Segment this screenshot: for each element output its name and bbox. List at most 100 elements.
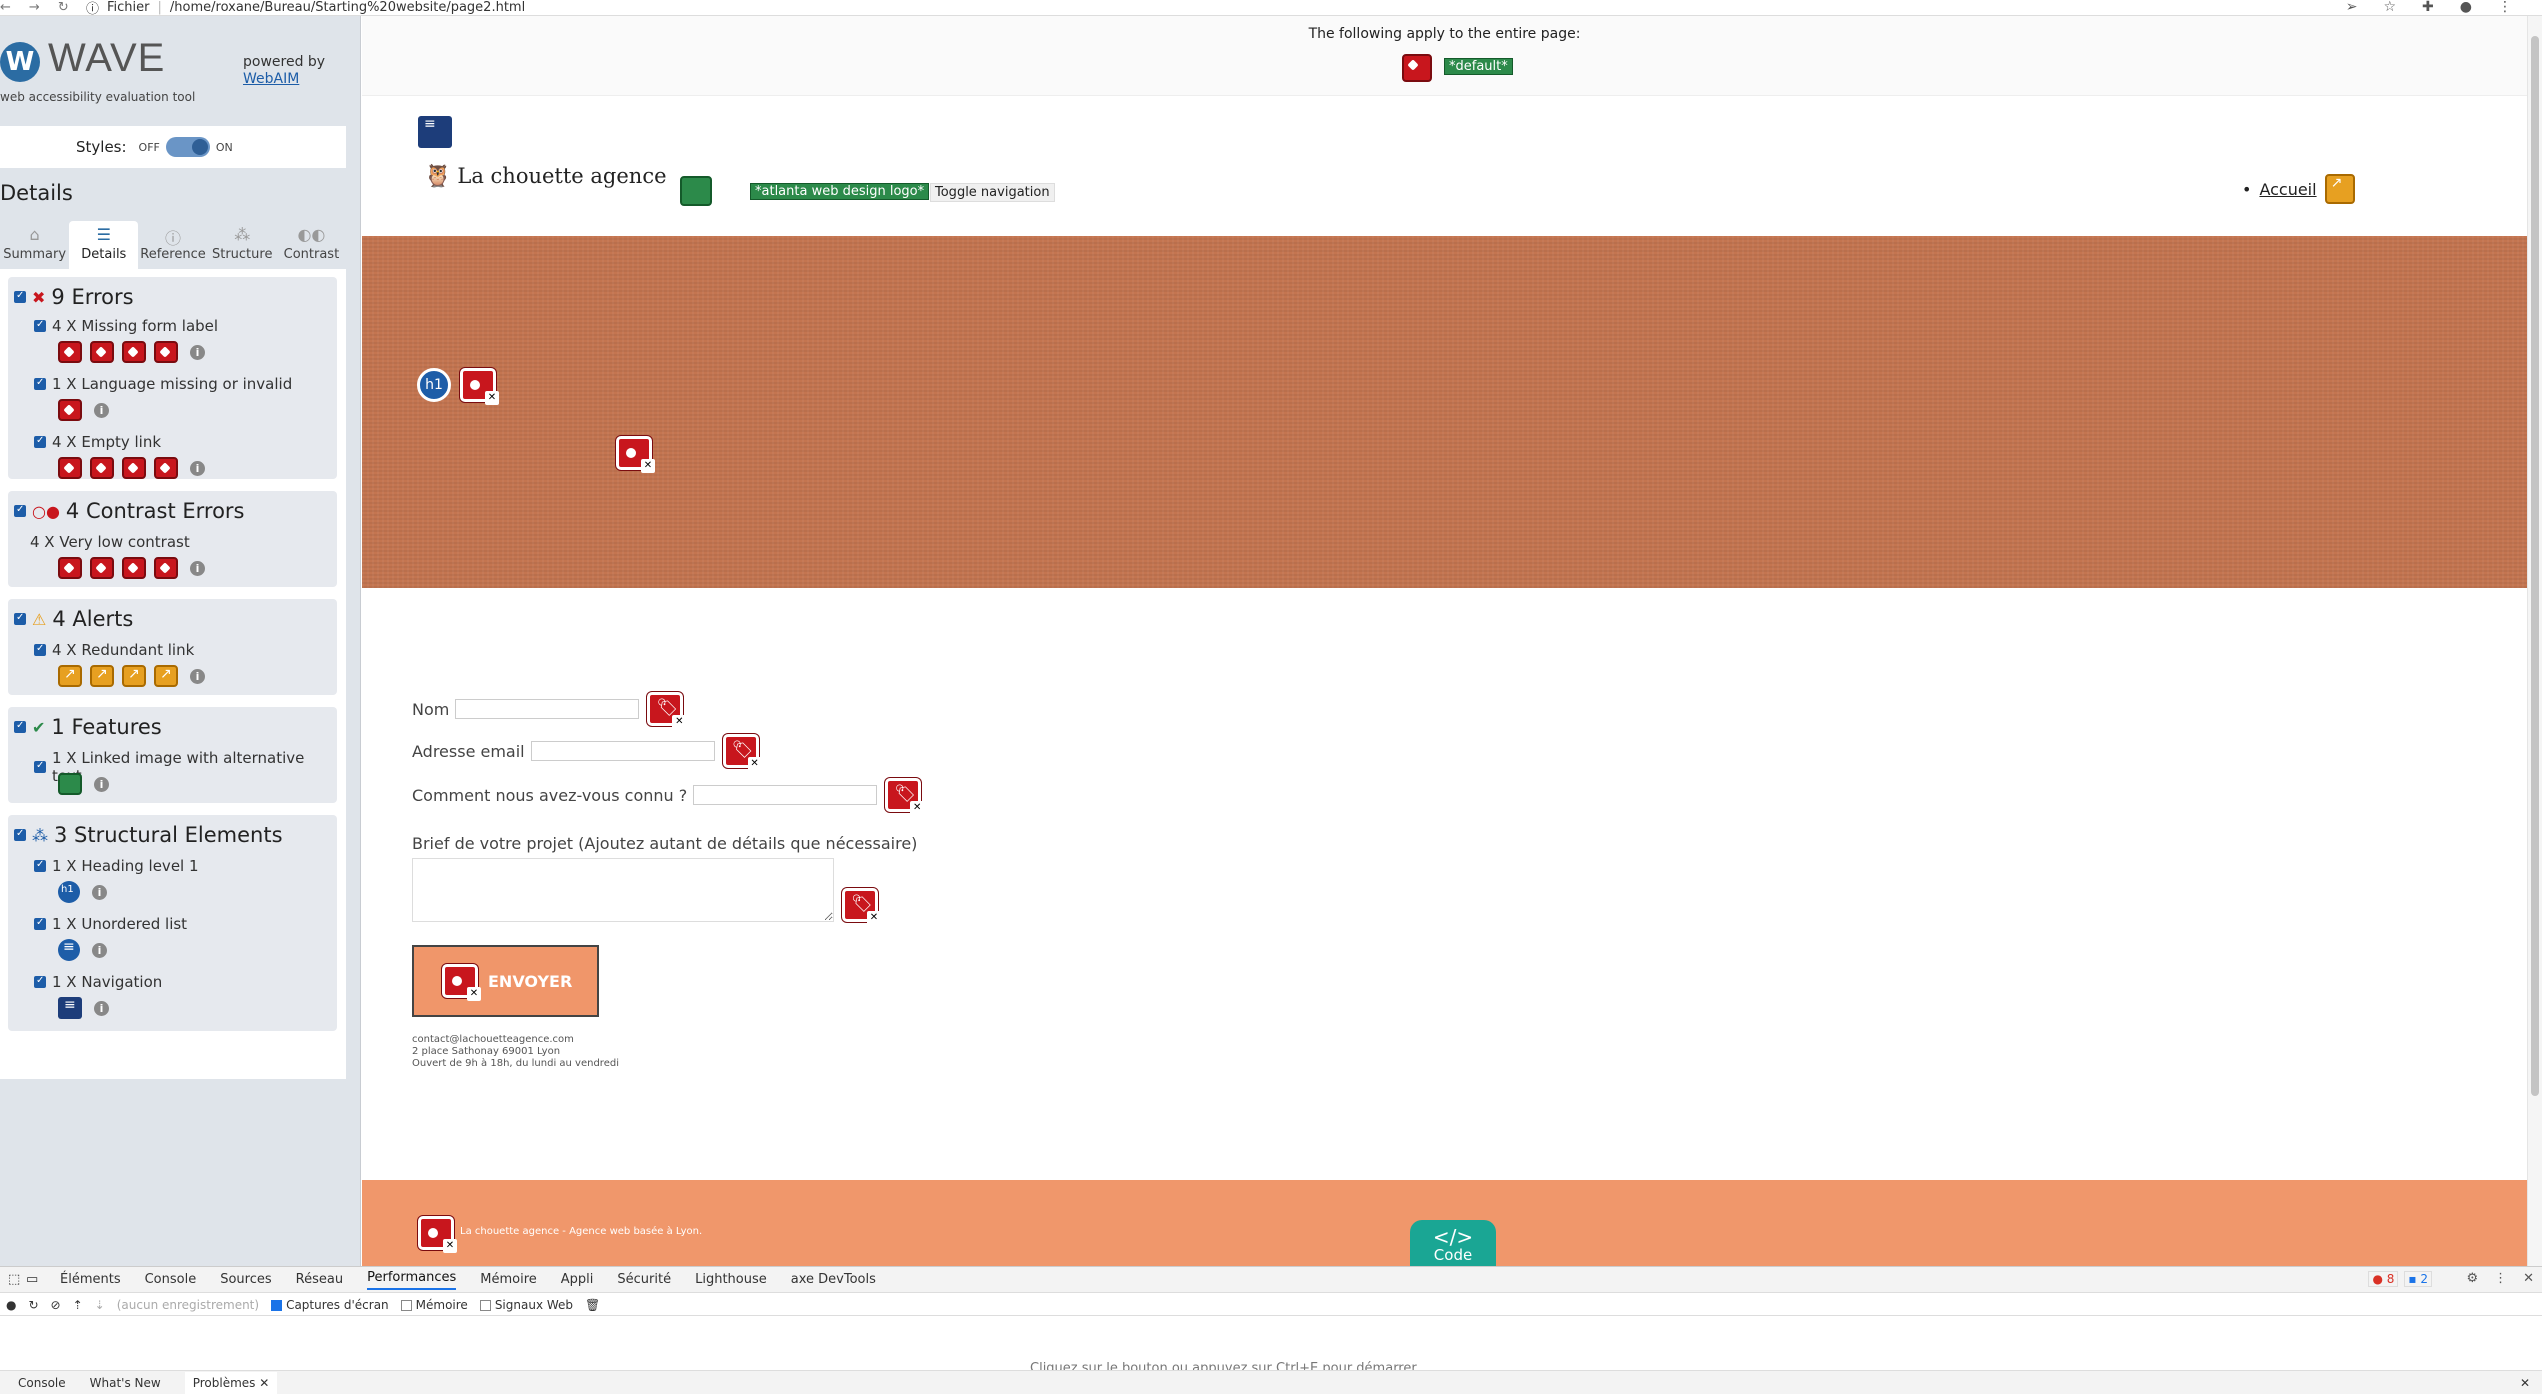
- drawer-tab-console[interactable]: Console: [18, 1376, 66, 1390]
- list-item[interactable]: 1 X Language missing or invalid: [34, 375, 292, 393]
- tab-memory[interactable]: Mémoire: [480, 1272, 537, 1287]
- heading-icon[interactable]: h1: [417, 368, 451, 402]
- kebab-icon[interactable]: ⋮: [2494, 1271, 2507, 1286]
- item-checkbox[interactable]: [34, 319, 46, 332]
- upload-icon[interactable]: ⇡: [73, 1298, 83, 1312]
- navigation-icon[interactable]: [418, 116, 452, 148]
- missing-label-icon[interactable]: [722, 734, 762, 771]
- list-item[interactable]: 4 X Very low contrast: [30, 533, 190, 551]
- info-icon[interactable]: i: [190, 460, 205, 476]
- empty-link-icon[interactable]: [154, 457, 178, 479]
- missing-label-icon[interactable]: [58, 341, 82, 363]
- linked-image-icon[interactable]: [680, 176, 712, 206]
- close-icon[interactable]: ✕: [2523, 1271, 2534, 1286]
- features-title[interactable]: ✔ 1 Features: [14, 715, 162, 739]
- language-error-icon[interactable]: [1402, 54, 1432, 82]
- missing-label-icon[interactable]: [90, 341, 114, 363]
- contrast-error-icon[interactable]: [442, 964, 481, 1001]
- code-button[interactable]: </> Code: [1410, 1220, 1496, 1266]
- send-icon[interactable]: ➢: [2346, 0, 2358, 15]
- url-field[interactable]: /home/roxane/Bureau/Starting%20website/p…: [170, 0, 525, 15]
- screenshots-option[interactable]: Captures d'écran: [271, 1298, 389, 1312]
- contrast-title[interactable]: ○● 4 Contrast Errors: [14, 499, 245, 523]
- item-checkbox[interactable]: [34, 917, 46, 930]
- item-checkbox[interactable]: [34, 975, 46, 988]
- info-icon[interactable]: ⓘ: [86, 0, 99, 17]
- tab-security[interactable]: Sécurité: [617, 1272, 671, 1287]
- errors-badge[interactable]: ● 8: [2368, 1271, 2399, 1287]
- brief-textarea[interactable]: [412, 858, 834, 922]
- missing-label-icon[interactable]: [647, 692, 687, 729]
- web-vitals-option[interactable]: Signaux Web: [479, 1298, 573, 1312]
- info-icon[interactable]: i: [190, 560, 205, 576]
- tab-performance[interactable]: Performances: [367, 1270, 457, 1290]
- list-item[interactable]: 1 X Heading level 1: [34, 857, 199, 875]
- navigation-icon[interactable]: [58, 997, 82, 1019]
- info-icon[interactable]: i: [94, 776, 109, 792]
- brand-logo[interactable]: 🦉 La chouette agence: [424, 164, 667, 189]
- linked-image-icon[interactable]: [58, 773, 82, 795]
- info-icon[interactable]: i: [92, 884, 107, 900]
- webaim-link[interactable]: WebAIM: [243, 71, 299, 87]
- tab-structure[interactable]: ⁂ Structure: [208, 221, 277, 269]
- nom-input[interactable]: [455, 699, 640, 719]
- download-icon[interactable]: ⇣: [95, 1298, 105, 1312]
- info-icon[interactable]: i: [94, 402, 109, 418]
- web-vitals-checkbox[interactable]: [479, 1299, 491, 1311]
- list-item[interactable]: 4 X Missing form label: [34, 317, 218, 335]
- drawer-tab-whats-new[interactable]: What's New: [90, 1376, 161, 1390]
- styles-toggle[interactable]: [165, 137, 210, 157]
- accueil-link[interactable]: Accueil: [2259, 180, 2316, 199]
- reload-record-icon[interactable]: ↻: [28, 1298, 38, 1312]
- forward-icon[interactable]: →: [29, 0, 40, 15]
- star-icon[interactable]: ☆: [2383, 0, 2396, 15]
- source-input[interactable]: [693, 785, 878, 805]
- structure-checkbox[interactable]: [14, 828, 26, 841]
- extension-icon[interactable]: ✚: [2422, 0, 2434, 15]
- tab-application[interactable]: Appli: [561, 1272, 594, 1287]
- gear-icon[interactable]: ⚙: [2466, 1271, 2478, 1286]
- heading-icon[interactable]: [58, 881, 80, 903]
- contrast-error-icon[interactable]: [418, 1216, 457, 1253]
- tab-details[interactable]: ☰ Details: [69, 221, 139, 269]
- reload-icon[interactable]: ↻: [58, 0, 69, 15]
- memory-option[interactable]: Mémoire: [400, 1298, 468, 1312]
- tab-console[interactable]: Console: [145, 1272, 197, 1287]
- redundant-link-icon[interactable]: [154, 665, 178, 687]
- empty-link-icon[interactable]: [122, 457, 146, 479]
- empty-link-icon[interactable]: [90, 457, 114, 479]
- device-icon[interactable]: ▭: [26, 1272, 38, 1287]
- drawer-tab-issues[interactable]: Problèmes ✕: [184, 1372, 278, 1394]
- avatar[interactable]: ●: [2460, 0, 2472, 15]
- item-checkbox[interactable]: [34, 377, 46, 390]
- trash-icon[interactable]: 🗑: [585, 1298, 600, 1312]
- redundant-link-icon[interactable]: [2324, 174, 2355, 204]
- list-item[interactable]: 4 X Redundant link: [34, 641, 194, 659]
- email-input[interactable]: [530, 741, 715, 761]
- tab-axe-devtools[interactable]: axe DevTools: [791, 1272, 876, 1287]
- structure-title[interactable]: ⁂ 3 Structural Elements: [14, 823, 283, 847]
- close-drawer-icon[interactable]: ✕: [2520, 1376, 2530, 1390]
- tab-lighthouse[interactable]: Lighthouse: [695, 1272, 767, 1287]
- empty-link-icon[interactable]: [58, 457, 82, 479]
- list-item[interactable]: 1 X Navigation: [34, 973, 162, 991]
- contrast-error-icon[interactable]: [154, 557, 178, 579]
- missing-label-icon[interactable]: [154, 341, 178, 363]
- back-icon[interactable]: ←: [0, 0, 11, 15]
- list-item[interactable]: 4 X Empty link: [34, 433, 161, 451]
- contrast-error-icon[interactable]: [122, 557, 146, 579]
- tab-network[interactable]: Réseau: [296, 1272, 343, 1287]
- info-icon[interactable]: i: [92, 942, 107, 958]
- alerts-checkbox[interactable]: [14, 612, 26, 625]
- issues-badge[interactable]: ▪ 2: [2404, 1271, 2432, 1287]
- contrast-checkbox[interactable]: [14, 504, 26, 517]
- item-checkbox[interactable]: [34, 859, 46, 872]
- features-checkbox[interactable]: [14, 720, 26, 733]
- toggle-navigation-button[interactable]: Toggle navigation: [930, 183, 1055, 202]
- contrast-error-icon[interactable]: [58, 557, 82, 579]
- record-icon[interactable]: ●: [6, 1298, 16, 1312]
- missing-label-icon[interactable]: [122, 341, 146, 363]
- redundant-link-icon[interactable]: [122, 665, 146, 687]
- item-checkbox[interactable]: [34, 435, 46, 448]
- memory-checkbox[interactable]: [400, 1299, 412, 1311]
